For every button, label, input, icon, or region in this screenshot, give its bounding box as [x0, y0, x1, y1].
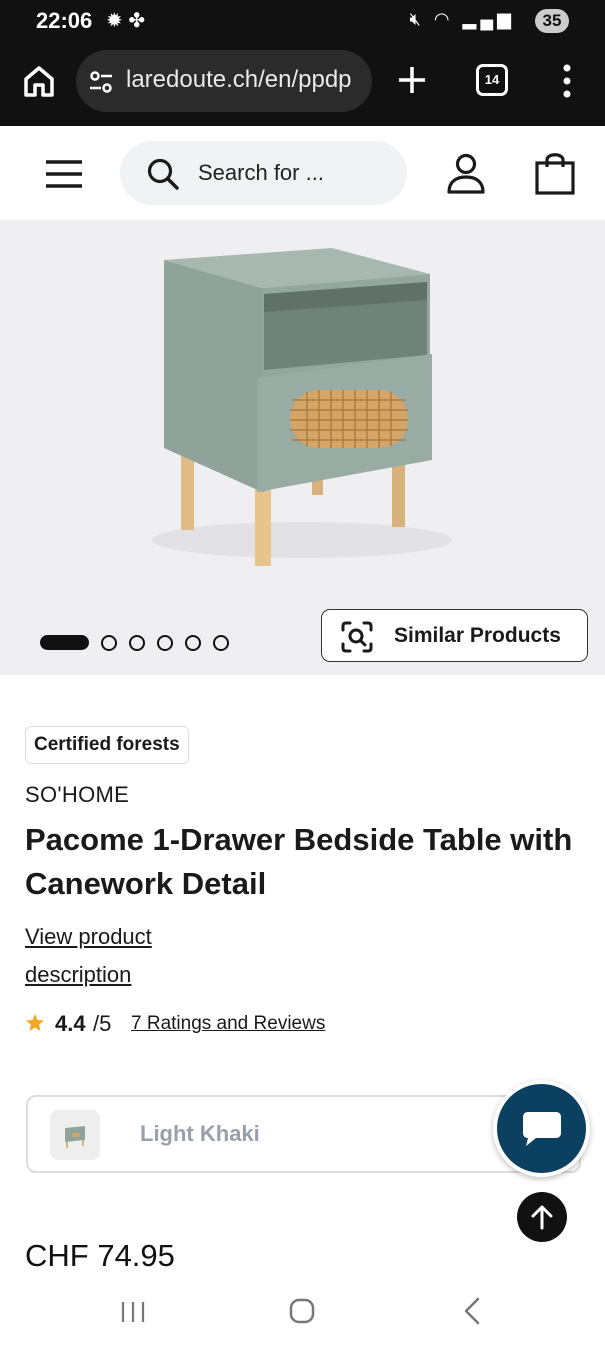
product-price: CHF 74.95 — [25, 1238, 175, 1273]
address-bar[interactable]: laredoute.ch/en/ppdp — [76, 50, 372, 112]
product-image[interactable] — [112, 230, 462, 570]
more-menu-icon[interactable] — [556, 62, 578, 100]
system-icons: 🔇︎ ◠ ▂▄▆ — [409, 9, 515, 30]
wifi-icon: ◠ — [433, 9, 454, 29]
brand-name: SO'HOME — [25, 782, 130, 807]
home-nav-icon[interactable] — [288, 1297, 316, 1325]
pagination-dot[interactable] — [185, 635, 201, 651]
reviews-link[interactable]: 7 Ratings and Reviews — [131, 1013, 325, 1035]
similar-products-button[interactable]: Similar Products — [321, 609, 588, 662]
browser-toolbar: laredoute.ch/en/ppdp 14 — [0, 42, 605, 126]
star-icon — [26, 1014, 44, 1031]
signal-icon: ▂▄▆ — [462, 9, 515, 29]
product-title: Pacome 1-Drawer Bedside Table with Canew… — [25, 822, 573, 901]
chat-icon — [523, 1112, 561, 1146]
color-thumbnail — [50, 1110, 100, 1160]
visual-search-icon — [341, 621, 373, 653]
pagination-dot[interactable] — [129, 635, 145, 651]
back-icon[interactable] — [460, 1296, 484, 1326]
fan-icon: ✤ — [128, 10, 146, 32]
scroll-to-top-button[interactable] — [517, 1192, 567, 1242]
tab-switcher-button[interactable]: 14 — [476, 64, 508, 96]
account-icon[interactable] — [444, 152, 488, 196]
site-settings-icon[interactable] — [88, 69, 114, 95]
pagination-dot[interactable] — [157, 635, 173, 651]
search-icon — [147, 158, 179, 190]
site-header — [0, 126, 605, 220]
notification-icons: ✹ ✤ — [106, 8, 145, 33]
shopping-bag-icon[interactable] — [533, 150, 577, 196]
view-description-link[interactable]: View product description — [25, 918, 185, 994]
similar-products-label: Similar Products — [394, 624, 561, 647]
pagination-dot-active[interactable] — [40, 635, 89, 650]
product-gallery[interactable]: Similar Products — [0, 220, 605, 675]
search-bar[interactable] — [120, 141, 407, 205]
hamburger-menu-icon[interactable] — [44, 158, 84, 190]
certification-badge: Certified forests — [25, 726, 189, 764]
chat-button[interactable] — [493, 1080, 590, 1177]
mute-icon: 🔇︎ — [409, 9, 425, 29]
color-thumbnail-image — [65, 1126, 85, 1148]
battery-indicator: 35 — [535, 9, 569, 33]
selected-color-name: Light Khaki — [140, 1121, 260, 1146]
arrow-up-icon — [531, 1205, 553, 1230]
rating-value: 4.4 — [55, 1011, 86, 1036]
pagination-dot[interactable] — [101, 635, 117, 651]
weather-icon: ✹ — [106, 10, 123, 32]
new-tab-icon[interactable] — [396, 64, 428, 96]
search-input[interactable] — [198, 153, 398, 193]
url-text: laredoute.ch/en/ppdp — [126, 66, 352, 93]
status-time: 22:06 — [36, 8, 93, 33]
home-icon[interactable] — [20, 62, 58, 100]
system-navigation-bar — [0, 1282, 605, 1350]
rating-max: /5 — [93, 1011, 112, 1036]
status-bar: 22:06 ✹ ✤ 🔇︎ ◠ ▂▄▆ 35 — [0, 0, 605, 42]
pagination-dot[interactable] — [213, 635, 229, 651]
recent-apps-icon[interactable] — [119, 1298, 147, 1326]
